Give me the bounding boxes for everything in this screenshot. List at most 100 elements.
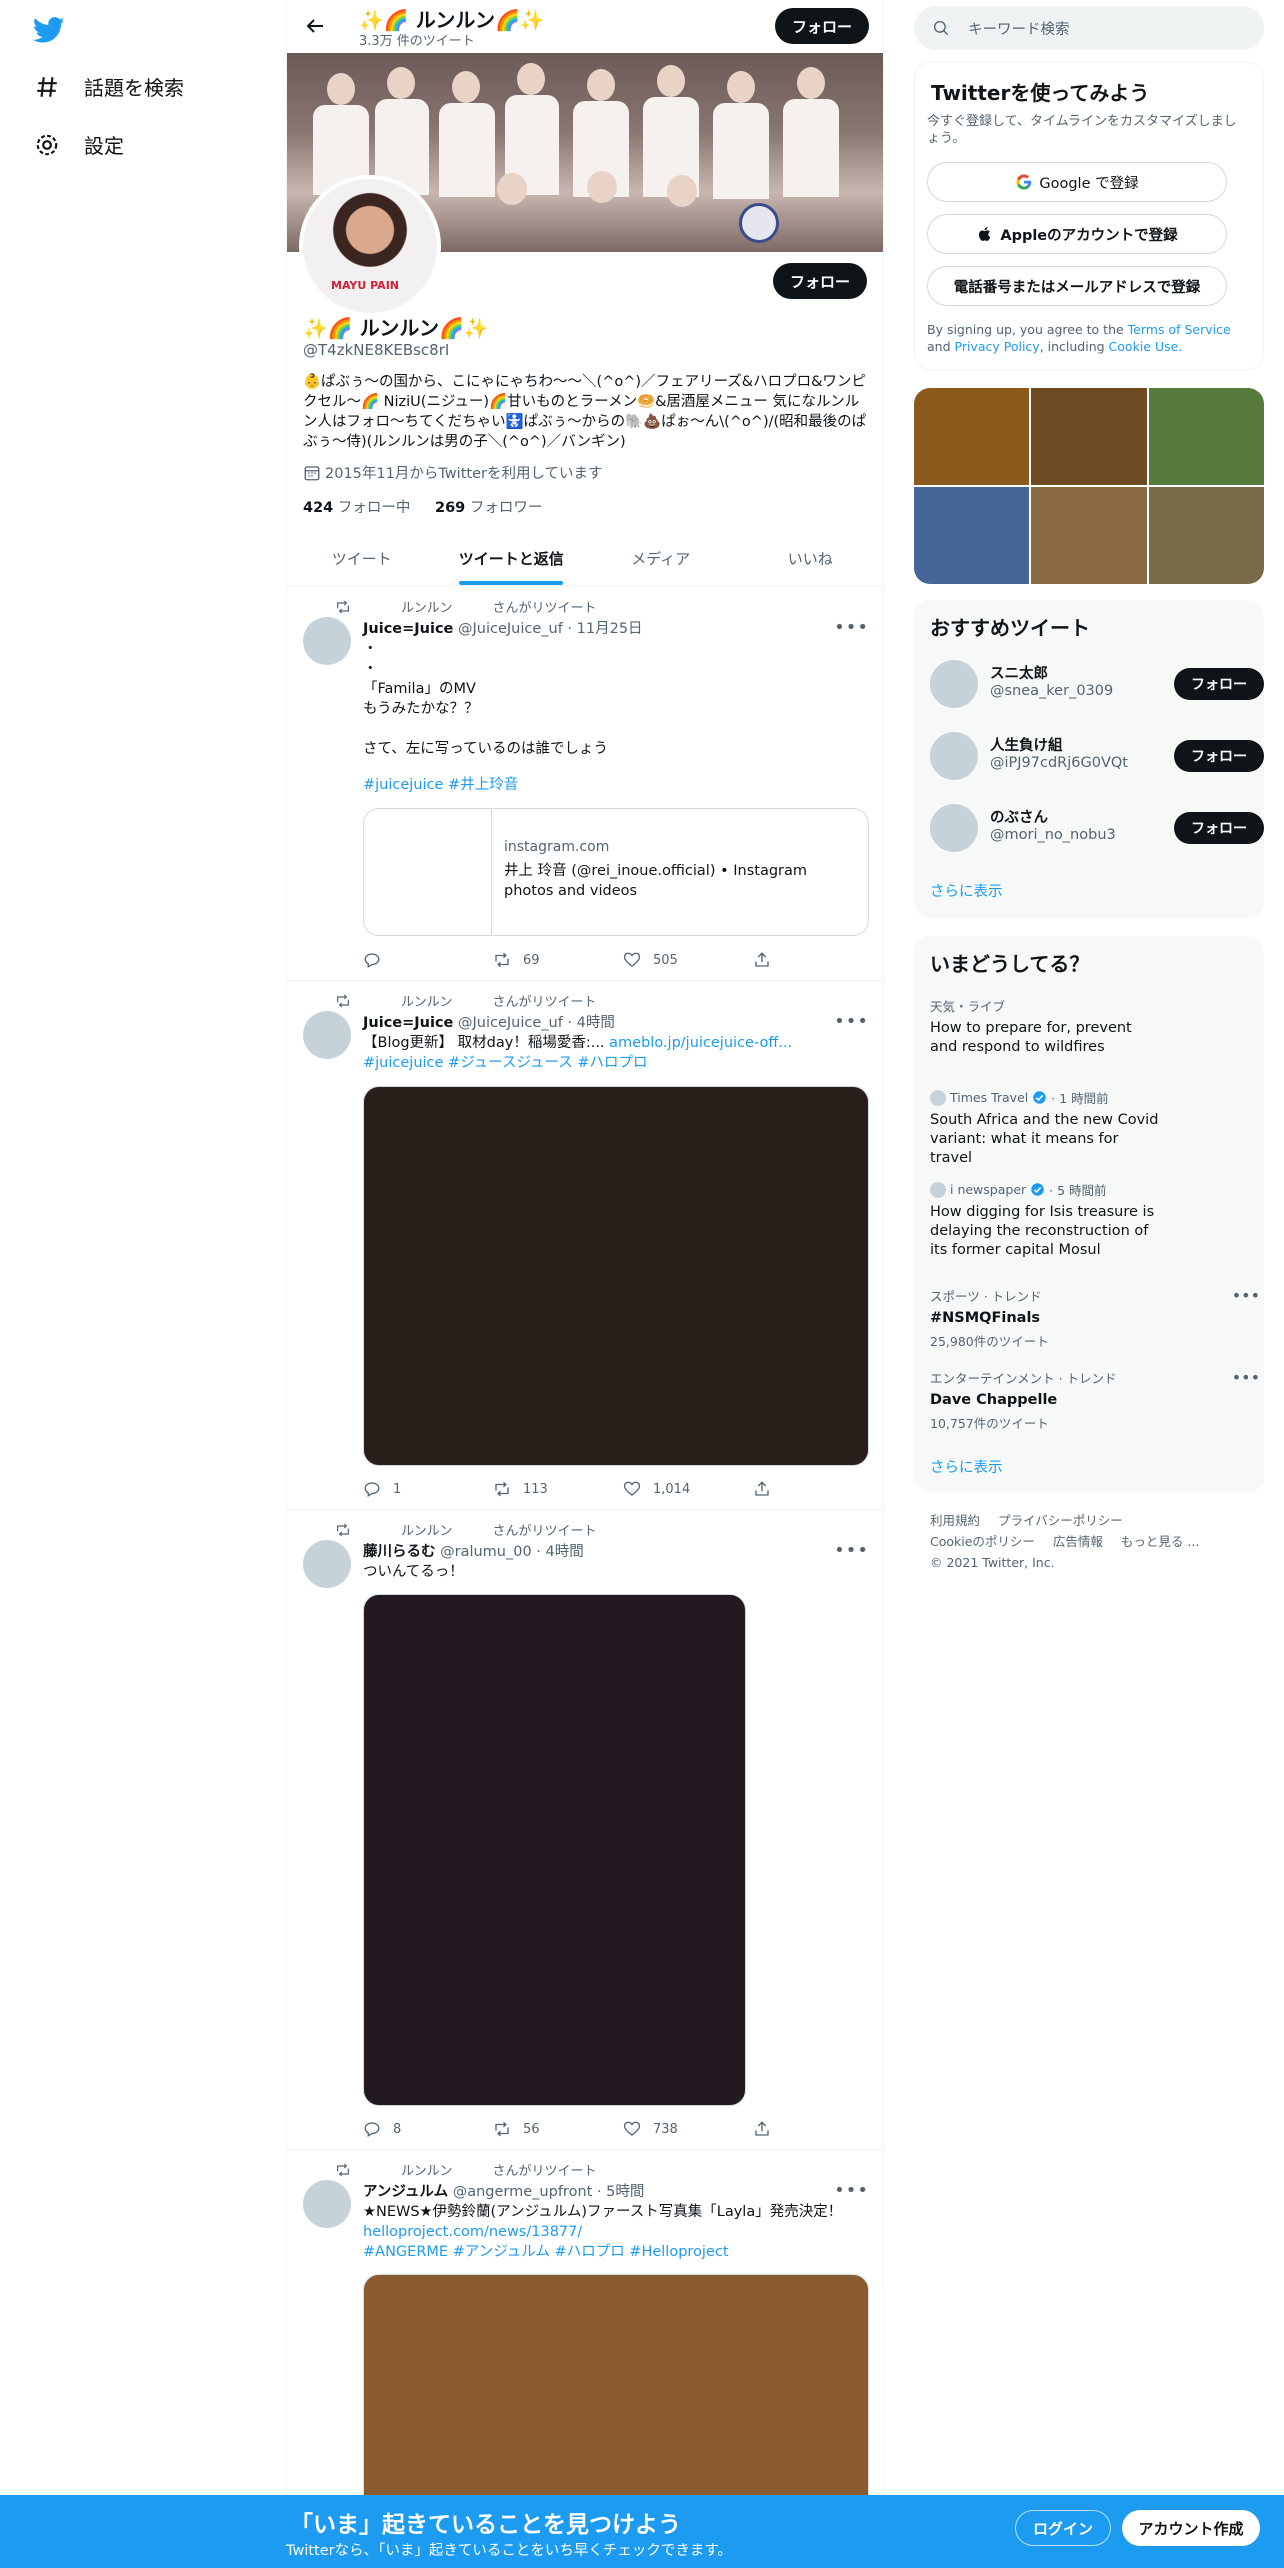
retweeter-name[interactable]: ルンルン bbox=[401, 2160, 452, 2179]
footer-cookie-link[interactable]: Cookieのポリシー bbox=[930, 1534, 1035, 1549]
media-thumbnail[interactable] bbox=[1031, 388, 1147, 485]
like-button[interactable]: 738 bbox=[623, 2120, 753, 2138]
tweet-media-image[interactable] bbox=[363, 1086, 869, 1466]
suggested-user-name[interactable]: のぶさん bbox=[990, 806, 1048, 827]
tweet-author-name[interactable]: Juice=Juice bbox=[363, 621, 453, 637]
tab-tweets-and-replies[interactable]: ツイートと返信 bbox=[437, 533, 587, 585]
trend-item[interactable]: 天気・ライブ How to prepare for, prevent and r… bbox=[930, 996, 1250, 1057]
suggested-user-avatar[interactable] bbox=[930, 804, 978, 852]
suggested-user[interactable]: スニ太郎 @snea_ker_0309 フォロー bbox=[930, 654, 1264, 710]
media-thumbnail[interactable] bbox=[1148, 487, 1264, 584]
terms-of-service-link[interactable]: Terms of Service bbox=[1128, 322, 1231, 337]
more-icon[interactable]: ••• bbox=[834, 1011, 869, 1032]
tweet-avatar[interactable] bbox=[303, 2180, 351, 2228]
tweet-item[interactable]: ルンルン さんがリツイート Juice=Juice @JuiceJuice_uf… bbox=[287, 587, 883, 981]
share-button[interactable] bbox=[753, 1480, 783, 1498]
link-card[interactable]: instagram.com 井上 玲音 (@rei_inoue.official… bbox=[363, 808, 869, 936]
profile-follow-button[interactable]: フォロー bbox=[773, 263, 867, 299]
suggested-follow-button[interactable]: フォロー bbox=[1174, 668, 1264, 700]
suggested-follow-button[interactable]: フォロー bbox=[1174, 740, 1264, 772]
media-thumbnail[interactable] bbox=[1031, 487, 1147, 584]
tweet-link[interactable]: helloproject.com/news/13877/ bbox=[363, 2222, 869, 2242]
tab-tweets[interactable]: ツイート bbox=[287, 533, 437, 585]
share-button[interactable] bbox=[753, 951, 783, 969]
suggested-user[interactable]: 人生負け組 @iPJ97cdRj6G0VQt フォロー bbox=[930, 726, 1264, 782]
suggested-user-avatar[interactable] bbox=[930, 660, 978, 708]
trend-item[interactable]: i newspaper · 5 時間前 How digging for Isis… bbox=[930, 1180, 1250, 1260]
tweet-link[interactable]: ameblo.jp/juicejuice-off... bbox=[609, 1035, 792, 1051]
tweet-meta[interactable]: @JuiceJuice_uf · 11月25日 bbox=[458, 621, 643, 637]
tweet-hashtags[interactable]: #ANGERME #アンジュルム #ハロプロ #Helloproject bbox=[363, 2242, 869, 2262]
create-account-button[interactable]: アカウント作成 bbox=[1122, 2510, 1260, 2546]
apple-signup-button[interactable]: Appleのアカウントで登録 bbox=[927, 214, 1227, 254]
following-count[interactable]: 424 bbox=[303, 500, 333, 516]
media-thumbnail[interactable] bbox=[1148, 388, 1264, 485]
more-icon[interactable]: ••• bbox=[834, 2180, 869, 2201]
tweet-body: 【Blog更新】 取材day！稲場愛香:... bbox=[363, 1035, 605, 1051]
tweet-hashtags[interactable]: #juicejuice #ジュースジュース #ハロプロ bbox=[363, 1055, 647, 1071]
footer-terms-link[interactable]: 利用規約 bbox=[930, 1513, 980, 1528]
tweet-avatar[interactable] bbox=[303, 617, 351, 665]
followers-label[interactable]: フォロワー bbox=[470, 500, 543, 516]
tab-media[interactable]: メディア bbox=[586, 533, 736, 585]
trend-item[interactable]: スポーツ · トレンド #NSMQFinals 25,980件のツイート ••• bbox=[930, 1286, 1260, 1350]
reply-button[interactable] bbox=[363, 951, 493, 969]
media-thumbnail[interactable] bbox=[914, 388, 1030, 485]
login-button[interactable]: ログイン bbox=[1015, 2510, 1111, 2546]
suggested-user-name[interactable]: 人生負け組 bbox=[990, 734, 1063, 755]
following-label[interactable]: フォロー中 bbox=[338, 500, 411, 516]
trend-item[interactable]: Times Travel · 1 時間前 South Africa and th… bbox=[930, 1088, 1250, 1168]
tweet-item[interactable]: ルンルン さんがリツイート 藤川らるむ @ralumu_00 · 4時間 •••… bbox=[287, 1510, 883, 2150]
reply-button[interactable]: 8 bbox=[363, 2120, 493, 2138]
tweet-meta[interactable]: @ralumu_00 · 4時間 bbox=[440, 1544, 584, 1560]
tweet-meta[interactable]: @angerme_upfront · 5時間 bbox=[453, 2184, 645, 2200]
suggested-user-name[interactable]: スニ太郎 bbox=[990, 662, 1048, 683]
suggested-user-avatar[interactable] bbox=[930, 732, 978, 780]
trend-item[interactable]: エンターテインメント · トレンド Dave Chappelle 10,757件… bbox=[930, 1368, 1260, 1432]
like-button[interactable]: 1,014 bbox=[623, 1480, 753, 1498]
media-thumbnail[interactable] bbox=[914, 487, 1030, 584]
more-icon[interactable]: ••• bbox=[1232, 1286, 1260, 1305]
followers-count[interactable]: 269 bbox=[435, 500, 465, 516]
privacy-policy-link[interactable]: Privacy Policy bbox=[955, 339, 1040, 354]
nav-settings[interactable]: 設定 bbox=[34, 130, 124, 159]
tweet-hashtags[interactable]: #juicejuice #井上玲音 bbox=[363, 775, 869, 795]
who-to-follow-show-more[interactable]: さらに表示 bbox=[930, 880, 1003, 901]
suggested-user[interactable]: のぶさん @mori_no_nobu3 フォロー bbox=[930, 798, 1264, 854]
more-icon[interactable]: ••• bbox=[834, 617, 869, 638]
reply-button[interactable]: 1 bbox=[363, 1480, 493, 1498]
suggested-follow-button[interactable]: フォロー bbox=[1174, 812, 1264, 844]
retweeter-name[interactable]: ルンルン bbox=[401, 991, 452, 1010]
like-button[interactable]: 505 bbox=[623, 951, 753, 969]
tweet-item[interactable]: ルンルン さんがリツイート Juice=Juice @JuiceJuice_uf… bbox=[287, 981, 883, 1510]
google-signup-button[interactable]: Google で登録 bbox=[927, 162, 1227, 202]
footer-more-link[interactable]: もっと見る ... bbox=[1121, 1534, 1199, 1549]
more-icon[interactable]: ••• bbox=[1232, 1368, 1260, 1387]
tweet-avatar[interactable] bbox=[303, 1540, 351, 1588]
more-icon[interactable]: ••• bbox=[834, 1540, 869, 1561]
tweet-media-image[interactable] bbox=[363, 1594, 746, 2106]
footer-ads-link[interactable]: 広告情報 bbox=[1053, 1534, 1103, 1549]
trends-show-more[interactable]: さらに表示 bbox=[930, 1456, 1003, 1477]
tab-likes[interactable]: いいね bbox=[736, 533, 884, 585]
footer-privacy-link[interactable]: プライバシーポリシー bbox=[998, 1513, 1123, 1528]
tweet-author-name[interactable]: 藤川らるむ bbox=[363, 1544, 436, 1560]
tweet-meta[interactable]: @JuiceJuice_uf · 4時間 bbox=[458, 1015, 615, 1031]
retweeter-name[interactable]: ルンルン bbox=[401, 1520, 452, 1539]
retweet-button[interactable]: 69 bbox=[493, 951, 623, 969]
profile-avatar[interactable]: MAYU PAIN bbox=[299, 175, 441, 317]
twitter-logo-icon[interactable] bbox=[33, 14, 65, 46]
nav-explore[interactable]: 話題を検索 bbox=[34, 72, 184, 101]
tweet-avatar[interactable] bbox=[303, 1011, 351, 1059]
header-follow-button[interactable]: フォロー bbox=[775, 8, 869, 44]
retweet-button[interactable]: 56 bbox=[493, 2120, 623, 2138]
share-button[interactable] bbox=[753, 2120, 783, 2138]
phone-email-signup-button[interactable]: 電話番号またはメールアドレスで登録 bbox=[927, 266, 1227, 306]
cookie-use-link[interactable]: Cookie Use. bbox=[1109, 339, 1183, 354]
search-input[interactable]: キーワード検索 bbox=[914, 6, 1264, 50]
back-arrow-icon[interactable] bbox=[303, 14, 327, 38]
tweet-author-name[interactable]: Juice=Juice bbox=[363, 1015, 453, 1031]
retweet-button[interactable]: 113 bbox=[493, 1480, 623, 1498]
retweeter-name[interactable]: ルンルン bbox=[401, 597, 452, 616]
tweet-author-name[interactable]: アンジュルム bbox=[363, 2184, 448, 2200]
